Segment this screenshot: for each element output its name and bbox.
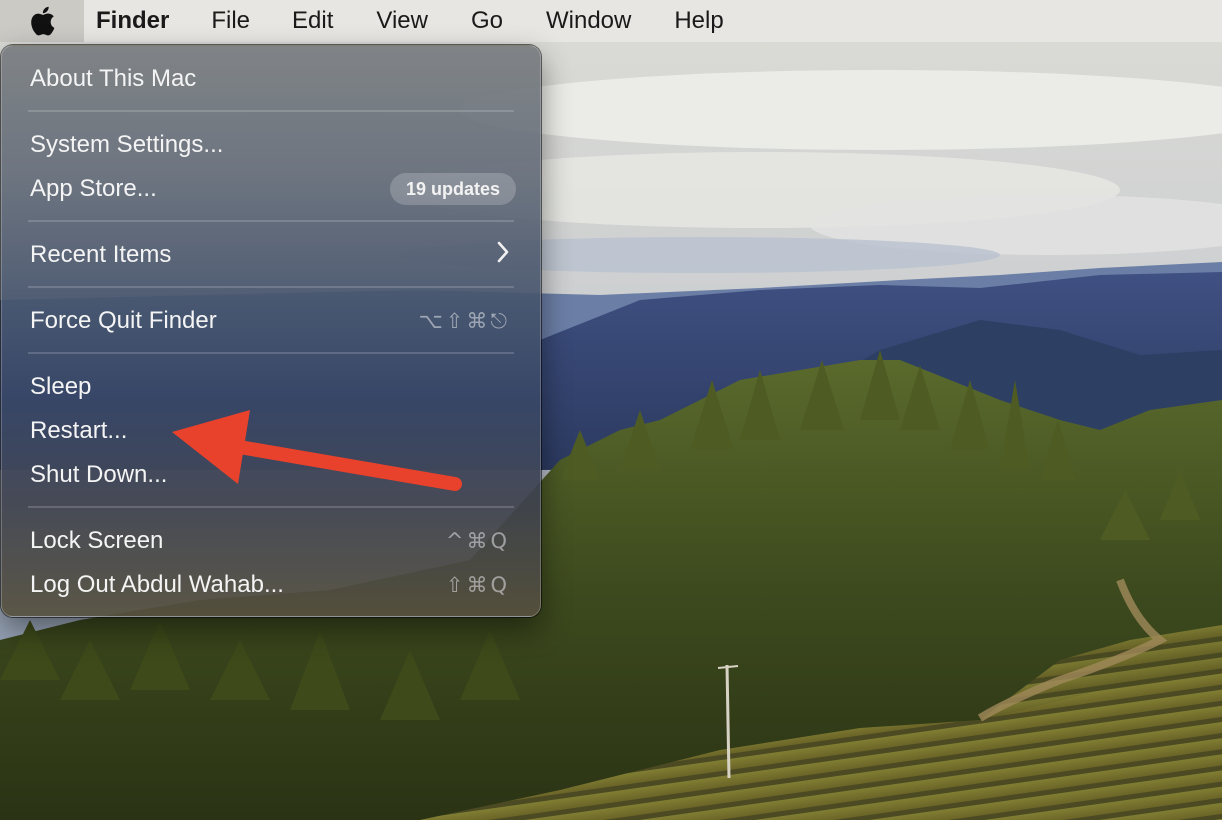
menu-item-label: Recent Items: [30, 241, 172, 268]
apple-menu-dropdown: About This Mac System Settings... App St…: [1, 45, 541, 617]
menu-item-log-out[interactable]: Log Out Abdul Wahab... ⇧⌘Q: [10, 565, 532, 605]
menu-finder[interactable]: Finder: [96, 0, 169, 42]
menu-item-sleep[interactable]: Sleep: [10, 367, 532, 407]
menu-item-label: Force Quit Finder: [30, 307, 217, 334]
menu-item-label: About This Mac: [30, 65, 197, 92]
menu-item-system-settings[interactable]: System Settings...: [10, 125, 532, 165]
menu-separator: [28, 506, 514, 508]
menu-help[interactable]: Help: [674, 0, 723, 42]
menu-item-label: Sleep: [30, 373, 92, 400]
menu-item-label: App Store...: [30, 175, 157, 202]
menu-separator: [28, 286, 514, 288]
menu-go[interactable]: Go: [471, 0, 503, 42]
menu-item-about-this-mac[interactable]: About This Mac: [10, 59, 532, 99]
menu-item-shut-down[interactable]: Shut Down...: [10, 455, 532, 495]
apple-menu-button[interactable]: [0, 0, 84, 42]
menu-item-recent-items[interactable]: Recent Items: [10, 235, 532, 275]
menu-file[interactable]: File: [211, 0, 250, 42]
menu-item-restart[interactable]: Restart...: [10, 411, 532, 451]
menu-separator: [28, 110, 514, 112]
menu-item-label: Shut Down...: [30, 461, 168, 488]
menu-window[interactable]: Window: [546, 0, 631, 42]
menu-bar: Finder File Edit View Go Window Help: [0, 0, 1222, 42]
menu-item-force-quit-finder[interactable]: Force Quit Finder ⌥⇧⌘⎋: [10, 301, 532, 341]
menu-item-label: System Settings...: [30, 131, 224, 158]
menu-item-label: Log Out Abdul Wahab...: [30, 571, 284, 598]
menu-item-label: Lock Screen: [30, 527, 164, 554]
menu-edit[interactable]: Edit: [292, 0, 333, 42]
desktop: Finder File Edit View Go Window Help Abo…: [0, 0, 1222, 820]
chevron-right-icon: [496, 240, 510, 270]
keyboard-shortcut: ^⌘Q: [445, 529, 510, 553]
menu-separator: [28, 352, 514, 354]
menu-item-lock-screen[interactable]: Lock Screen ^⌘Q: [10, 521, 532, 561]
menu-item-app-store[interactable]: App Store... 19 updates: [10, 169, 532, 209]
menu-view[interactable]: View: [376, 0, 428, 42]
apple-logo-icon: [31, 6, 55, 36]
keyboard-shortcut: ⌥⇧⌘⎋: [418, 308, 510, 333]
updates-badge: 19 updates: [389, 173, 516, 205]
keyboard-shortcut: ⇧⌘Q: [445, 573, 510, 597]
menu-item-label: Restart...: [30, 417, 128, 444]
menu-separator: [28, 220, 514, 222]
